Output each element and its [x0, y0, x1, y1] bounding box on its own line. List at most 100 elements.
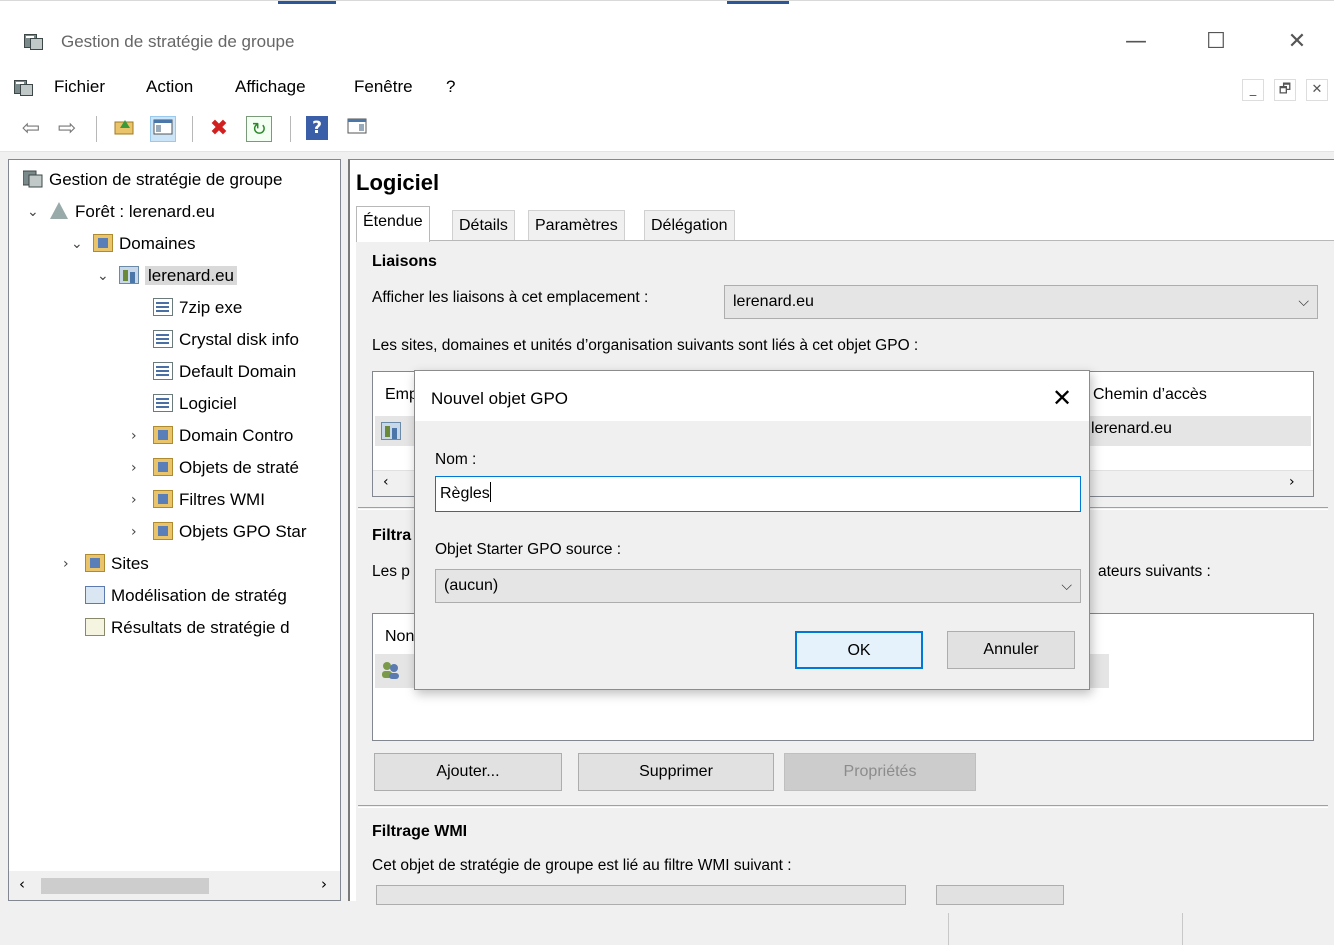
maximize-button[interactable]: ☐: [1193, 27, 1239, 57]
back-arrow-icon[interactable]: ⇦: [18, 116, 44, 142]
refresh-icon[interactable]: ↻: [246, 116, 272, 142]
menu-affichage[interactable]: Affichage: [235, 77, 306, 97]
tab-parametres[interactable]: Paramètres: [528, 210, 625, 240]
gpo-name-value: Règles: [440, 485, 490, 502]
cancel-button[interactable]: Annuler: [947, 631, 1075, 669]
properties-pane-icon[interactable]: [344, 116, 370, 142]
tab-delegation[interactable]: Délégation: [644, 210, 735, 240]
tree-item-forest[interactable]: ⌄ Forêt : lerenard.eu: [27, 198, 215, 226]
remove-button[interactable]: Supprimer: [578, 753, 774, 791]
window-title: Gestion de stratégie de groupe: [61, 32, 295, 51]
tree-item-gpo-objects[interactable]: › Objets de straté: [131, 454, 299, 482]
close-button[interactable]: ✕: [1274, 27, 1320, 57]
expand-chevron-icon[interactable]: ›: [131, 486, 149, 514]
gpo-folder-icon: [153, 458, 173, 476]
help-icon[interactable]: ?: [306, 116, 328, 140]
tree-horizontal-scrollbar[interactable]: ‹ ›: [8, 871, 341, 901]
properties-button[interactable]: Propriétés: [784, 753, 976, 791]
ok-button[interactable]: OK: [795, 631, 923, 669]
tree-item-domain-lerenard[interactable]: ⌄ lerenard.eu: [97, 262, 238, 290]
scroll-right-icon[interactable]: ›: [321, 875, 327, 893]
tree-label: Objets GPO Star: [179, 522, 307, 541]
dialog-close-icon[interactable]: ✕: [1047, 383, 1077, 413]
scroll-left-icon[interactable]: ‹: [383, 474, 389, 490]
modeling-icon: [85, 586, 105, 604]
toolbar: ⇦ ⇨ ✖ ↻ ?: [0, 106, 1334, 152]
gpo-link-icon: [153, 298, 173, 316]
menu-action[interactable]: Action: [146, 77, 193, 97]
tree-label: lerenard.eu: [145, 266, 238, 285]
links-heading: Liaisons: [372, 253, 437, 270]
forward-arrow-icon[interactable]: ⇨: [54, 116, 80, 142]
security-filter-heading: Filtra: [372, 527, 412, 544]
scroll-left-icon[interactable]: ‹: [19, 875, 25, 893]
chevron-down-icon: ⌵: [1061, 578, 1072, 594]
starter-gpo-combo[interactable]: (aucun) ⌵: [435, 569, 1081, 603]
tree-item-domaines[interactable]: ⌄ Domaines: [71, 230, 196, 258]
tree-label: Filtres WMI: [179, 490, 265, 509]
wmi-filter-combo[interactable]: [376, 885, 906, 905]
gpo-name-input[interactable]: Règles: [435, 476, 1081, 512]
results-icon: [85, 618, 105, 636]
expand-chevron-icon[interactable]: ⌄: [27, 198, 45, 226]
menu-help[interactable]: ?: [446, 77, 455, 97]
tree-label: Modélisation de stratég: [111, 586, 287, 605]
delete-icon[interactable]: ✖: [206, 116, 232, 142]
expand-chevron-icon[interactable]: ›: [63, 550, 81, 578]
ou-folder-icon: [153, 426, 173, 444]
column-header-path[interactable]: Chemin d’accès: [1093, 386, 1207, 404]
menu-fichier[interactable]: Fichier: [54, 77, 105, 97]
column-header-location[interactable]: Emp: [385, 386, 418, 404]
tree-item-wmi-filters[interactable]: › Filtres WMI: [131, 486, 265, 514]
wmi-filter-description: Cet objet de stratégie de groupe est lié…: [372, 857, 792, 874]
console-tree[interactable]: Gestion de stratégie de groupe ⌄ Forêt :…: [8, 159, 341, 901]
gpo-link-icon: [153, 394, 173, 412]
expand-chevron-icon[interactable]: ›: [131, 422, 149, 450]
scroll-thumb[interactable]: [41, 878, 209, 894]
mdi-close-button[interactable]: ✕: [1306, 79, 1328, 101]
sites-folder-icon: [85, 554, 105, 572]
links-location-combo[interactable]: lerenard.eu ⌵: [724, 285, 1318, 319]
menu-fenetre[interactable]: Fenêtre: [354, 77, 413, 97]
tree-item-gpo-crystal[interactable]: Crystal disk info: [153, 326, 299, 354]
scroll-right-icon[interactable]: ›: [1289, 474, 1295, 490]
wmi-folder-icon: [153, 490, 173, 508]
mdi-minimize-button[interactable]: _: [1242, 79, 1264, 101]
tree-item-modeling[interactable]: Modélisation de stratég: [85, 582, 287, 610]
mdi-app-icon[interactable]: [14, 78, 34, 96]
tree-label: Crystal disk info: [179, 330, 299, 349]
gpo-link-icon: [153, 362, 173, 380]
tree-label: Sites: [111, 554, 149, 573]
tab-etendue[interactable]: Étendue: [356, 206, 430, 242]
wmi-open-button[interactable]: [936, 885, 1064, 905]
tree-item-gpo-logiciel[interactable]: Logiciel: [153, 390, 237, 418]
add-button[interactable]: Ajouter...: [374, 753, 562, 791]
starter-gpo-value: (aucun): [444, 577, 499, 594]
tree-item-gpo-default-domain[interactable]: Default Domain: [153, 358, 296, 386]
expand-chevron-icon[interactable]: ⌄: [97, 262, 115, 290]
tree-item-gpo-7zip[interactable]: 7zip exe: [153, 294, 242, 322]
mdi-restore-button[interactable]: 🗗: [1274, 79, 1296, 101]
status-bar: [0, 905, 1334, 945]
column-header-name[interactable]: Non: [385, 628, 414, 646]
domains-folder-icon: [93, 234, 113, 252]
expand-chevron-icon[interactable]: ›: [131, 454, 149, 482]
tree-item-results[interactable]: Résultats de stratégie d: [85, 614, 290, 642]
toolbar-separator: [192, 116, 193, 142]
tree-item-gpmc-root[interactable]: Gestion de stratégie de groupe: [22, 166, 282, 194]
tree-label: Forêt : lerenard.eu: [75, 202, 215, 221]
up-folder-icon[interactable]: [112, 116, 138, 142]
gpo-name-label: Nom :: [435, 451, 477, 468]
show-links-label: Afficher les liaisons à cet emplacement …: [372, 289, 649, 306]
tab-details[interactable]: Détails: [452, 210, 515, 240]
title-bar: Gestion de stratégie de groupe — ☐ ✕: [0, 0, 1334, 72]
expand-chevron-icon[interactable]: ›: [131, 518, 149, 546]
expand-chevron-icon[interactable]: ⌄: [71, 230, 89, 258]
gpo-link-icon: [153, 330, 173, 348]
users-group-icon: [381, 660, 401, 680]
tree-item-sites[interactable]: › Sites: [63, 550, 149, 578]
tree-item-starter-gpos[interactable]: › Objets GPO Star: [131, 518, 307, 546]
show-hide-tree-icon[interactable]: [150, 116, 176, 142]
tree-item-domain-controllers[interactable]: › Domain Contro: [131, 422, 293, 450]
minimize-button[interactable]: —: [1113, 27, 1159, 57]
